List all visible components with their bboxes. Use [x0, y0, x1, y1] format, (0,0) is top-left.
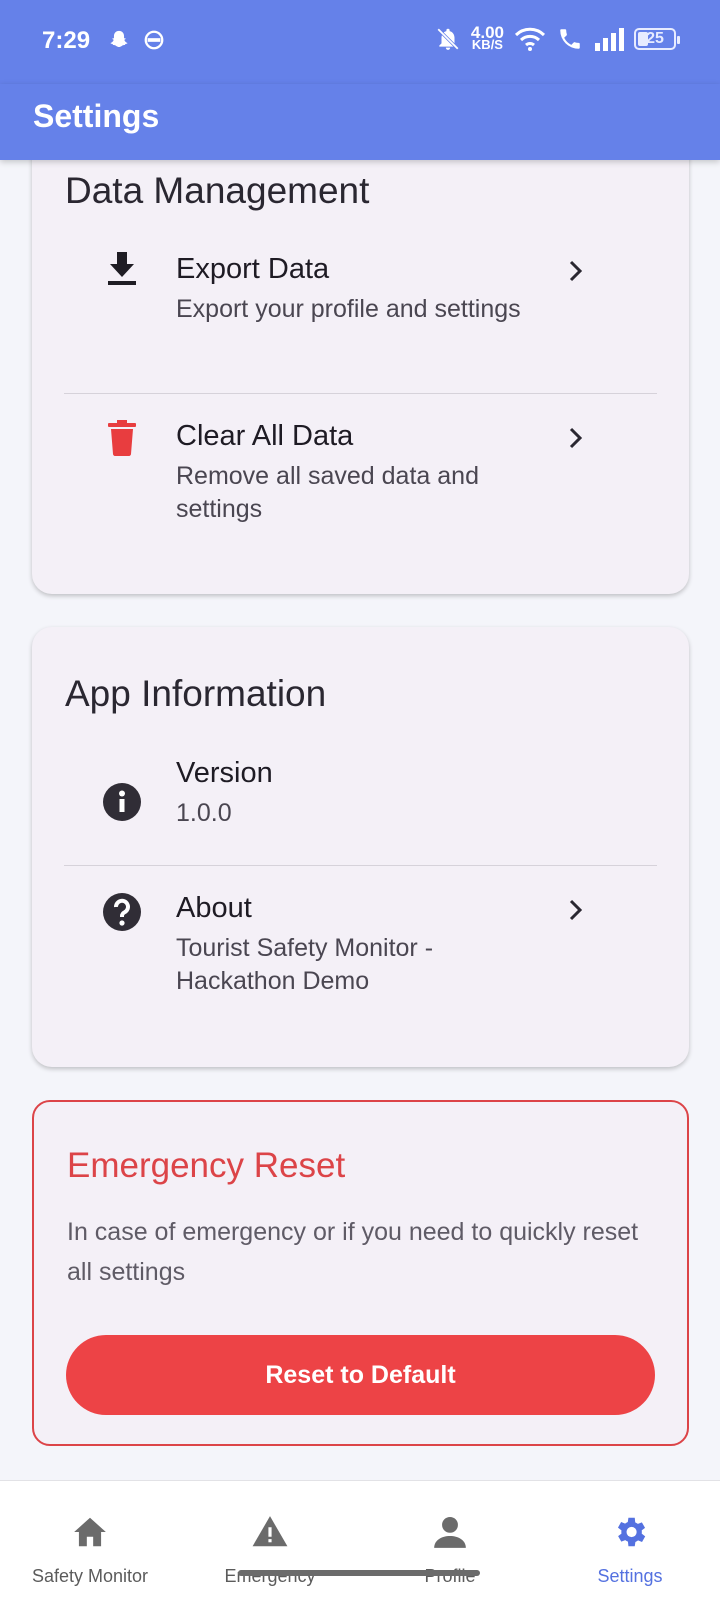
- snapchat-icon: [110, 30, 128, 47]
- export-data-title: Export Data: [176, 253, 330, 285]
- battery-icon: 25: [634, 28, 680, 50]
- about-subtitle: Tourist Safety Monitor - Hackathon Demo: [176, 934, 434, 995]
- signal-icon: [595, 28, 624, 51]
- app-information-title: App Information: [65, 673, 327, 714]
- warning-icon: [252, 1516, 288, 1547]
- status-time: 7:29: [42, 27, 91, 54]
- home-icon: [74, 1517, 106, 1547]
- wifi-icon: [514, 27, 546, 51]
- export-data-row[interactable]: Export Data Export your profile and sett…: [32, 245, 689, 375]
- gesture-bar[interactable]: [238, 1570, 480, 1576]
- wifi-calling-icon: [560, 29, 580, 49]
- version-title: Version: [176, 757, 273, 789]
- chevron-right-icon: [569, 427, 583, 449]
- status-bar: 7:29 4.00 KB/S 25: [0, 0, 720, 84]
- data-management-card: Data Management Export Data Export your …: [32, 120, 689, 594]
- app-information-card: App Information Version 1.0.0 About Tour…: [32, 627, 689, 1067]
- clear-all-data-title: Clear All Data: [176, 420, 354, 452]
- emergency-reset-description: In case of emergency or if you need to q…: [67, 1218, 639, 1286]
- nav-item-emergency[interactable]: Emergency: [180, 1481, 360, 1600]
- about-row[interactable]: About Tourist Safety Monitor - Hackathon…: [32, 892, 689, 1012]
- status-notification-icons: [108, 29, 166, 51]
- nav-label: Settings: [597, 1566, 663, 1586]
- reset-to-default-button[interactable]: Reset to Default: [66, 1335, 655, 1415]
- nav-item-profile[interactable]: Profile: [360, 1481, 540, 1600]
- version-value: 1.0.0: [176, 799, 232, 827]
- nav-item-settings[interactable]: Settings: [540, 1481, 720, 1600]
- bottom-navigation: Safety Monitor Emergency Profile Setting…: [0, 1480, 720, 1600]
- about-title: About: [176, 892, 252, 924]
- version-row: Version 1.0.0: [32, 757, 689, 847]
- status-system-icons: 4.00 KB/S 25: [435, 23, 680, 52]
- app-bar: Settings: [0, 84, 720, 160]
- person-icon: [434, 1516, 466, 1548]
- chevron-right-icon: [569, 899, 583, 921]
- bell-off-icon: [437, 28, 459, 50]
- gear-icon: [617, 1517, 646, 1547]
- emergency-reset-title: Emergency Reset: [67, 1146, 346, 1185]
- clear-all-data-row[interactable]: Clear All Data Remove all saved data and…: [32, 412, 689, 542]
- download-icon: [102, 249, 142, 289]
- vpn-icon: [144, 30, 164, 50]
- emergency-reset-card: Emergency Reset In case of emergency or …: [32, 1100, 689, 1446]
- nav-label: Safety Monitor: [31, 1566, 149, 1586]
- export-data-subtitle: Export your profile and settings: [176, 295, 521, 323]
- info-icon: [102, 782, 142, 822]
- data-management-title: Data Management: [65, 170, 370, 211]
- network-speed: 4.00 KB/S: [470, 23, 504, 52]
- divider: [64, 865, 657, 866]
- divider: [64, 393, 657, 394]
- nav-item-safety-monitor[interactable]: Safety Monitor: [0, 1481, 180, 1600]
- clear-all-data-subtitle: Remove all saved data and settings: [176, 462, 479, 523]
- page-title: Settings: [33, 98, 160, 134]
- help-icon: [102, 892, 142, 932]
- trash-icon: [102, 418, 142, 458]
- chevron-right-icon: [569, 260, 583, 282]
